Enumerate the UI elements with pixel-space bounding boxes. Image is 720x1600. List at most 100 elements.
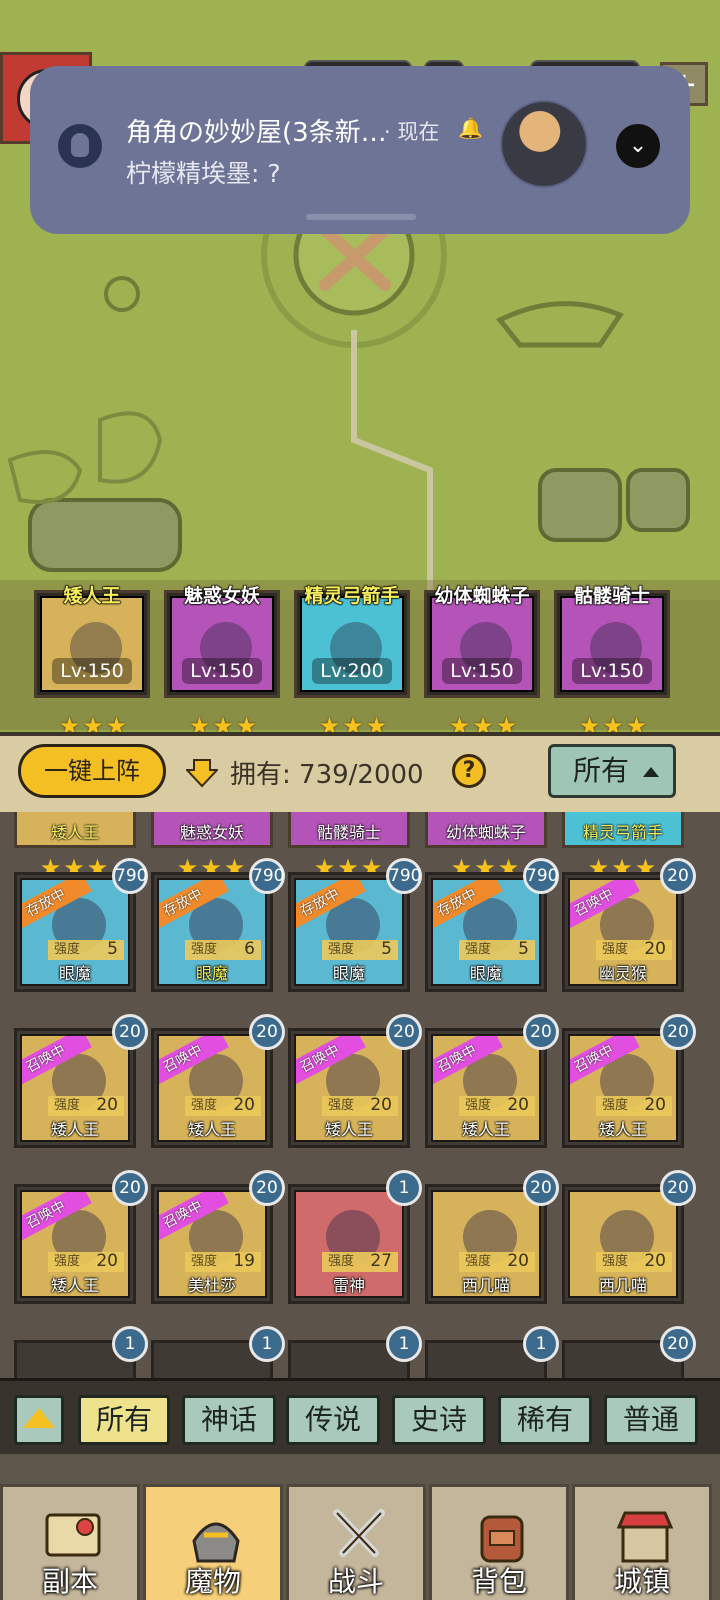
monster-name: 矮人王	[187, 1120, 236, 1139]
monster-name: 西几喵	[461, 1276, 510, 1295]
notification-banner[interactable]: 角角の妙妙屋(3条新… · 现在 🔔 柠檬精埃墨: ? ⌄	[30, 66, 690, 234]
arrow-down-icon	[186, 759, 218, 788]
monster-name: 眼魔	[58, 964, 91, 983]
sender-avatar	[500, 100, 588, 188]
strength-value: 27	[370, 1251, 392, 1271]
strength-label: 强度	[54, 1098, 81, 1113]
strength-box: 强度 5	[322, 939, 398, 960]
monster-portrait: 召唤中 强度 20 矮人王	[568, 1034, 678, 1142]
strength-label: 强度	[54, 942, 81, 957]
lineup-name: 精灵弓箭手	[304, 585, 400, 608]
lineup-portrait: Lv:150	[170, 596, 274, 692]
sort-filter-dropdown[interactable]: 所有	[548, 744, 676, 798]
qq-app-icon	[58, 124, 102, 168]
lineup-name: 幼体蜘蛛子	[434, 585, 530, 608]
monster-card-partial[interactable]: 魅惑女妖	[151, 812, 273, 848]
chevron-down-icon[interactable]: ⌄	[616, 124, 660, 168]
monster-name: 眼魔	[469, 964, 502, 983]
strength-box: 强度 6	[185, 939, 261, 960]
count-badge: 1	[523, 1326, 559, 1362]
strength-box: 强度 5	[459, 939, 535, 960]
nav-tab[interactable]: 背包	[429, 1484, 569, 1600]
strength-value: 5	[381, 939, 392, 959]
strength-label: 强度	[191, 1098, 218, 1113]
monster-card-partial[interactable]: 幼体蜘蛛子	[425, 812, 547, 848]
nav-label: 城镇	[613, 1565, 670, 1598]
drag-handle[interactable]	[306, 214, 416, 220]
strength-label: 强度	[54, 1254, 81, 1269]
nav-tab[interactable]: 副本	[0, 1484, 140, 1600]
monster-portrait: 召唤中 强度 20 幽灵猴	[568, 878, 678, 986]
strength-value: 20	[233, 1095, 255, 1115]
help-icon[interactable]: ?	[452, 754, 486, 788]
nav-label: 战斗	[327, 1565, 384, 1598]
monster-portrait: 强度 20 西几喵	[431, 1190, 541, 1298]
strength-label: 强度	[465, 942, 492, 957]
strength-value: 5	[518, 939, 529, 959]
strength-box: 强度 20	[459, 1095, 535, 1116]
lineup-slot[interactable]: Lv:150 幼体蜘蛛子	[424, 585, 540, 698]
lineup-slot[interactable]: Lv:150 魅惑女妖	[164, 585, 280, 698]
nav-label: 背包	[470, 1565, 527, 1598]
monster-portrait: 召唤中 强度 20 矮人王	[20, 1190, 130, 1298]
bottom-navigation: 副本 魔物 战斗 背包 城镇	[0, 1454, 720, 1600]
notification-message: 柠檬精埃墨: ?	[126, 159, 281, 188]
strength-label: 强度	[328, 1254, 355, 1269]
lineup-portrait: Lv:200	[300, 596, 404, 692]
monster-portrait: 存放中 强度 6 眼魔	[157, 878, 267, 986]
strength-label: 强度	[602, 1098, 629, 1113]
strength-label: 强度	[328, 1098, 355, 1113]
lineup-slot[interactable]: Lv:150 骷髅骑士	[554, 585, 670, 698]
strength-value: 6	[244, 939, 255, 959]
count-badge: 1	[112, 1326, 148, 1362]
nav-tab[interactable]: 战斗	[286, 1484, 426, 1600]
monster-name: 眼魔	[195, 964, 228, 983]
lineup-level: Lv:150	[572, 658, 652, 684]
monster-portrait: 强度 20 西几喵	[568, 1190, 678, 1298]
strength-label: 强度	[465, 1254, 492, 1269]
filter-tab[interactable]: 神话	[182, 1395, 276, 1445]
monster-card-partial[interactable]: 骷髅骑士	[288, 812, 410, 848]
lineup-level: Lv:150	[52, 658, 132, 684]
bell-icon: 🔔	[458, 116, 483, 140]
nav-tab[interactable]: 魔物	[143, 1484, 283, 1600]
monster-portrait: 召唤中 强度 20 矮人王	[157, 1034, 267, 1142]
filter-tab[interactable]: 传说	[286, 1395, 380, 1445]
shop-building-icon	[616, 1511, 674, 1563]
lineup-slot[interactable]: Lv:200 精灵弓箭手	[294, 585, 410, 698]
filter-tab[interactable]: 稀有	[498, 1395, 592, 1445]
lineup-portrait: Lv:150	[40, 596, 144, 692]
nav-label: 魔物	[184, 1565, 241, 1598]
monster-card-partial[interactable]: 精灵弓箭手	[562, 812, 684, 848]
strength-box: 强度 20	[322, 1095, 398, 1116]
strength-value: 20	[96, 1095, 118, 1115]
count-badge: 20	[660, 1170, 696, 1206]
count-badge: 20	[112, 1014, 148, 1050]
monster-grid[interactable]: 矮人王 ★★★ 魅惑女妖 ★★★ 骷髅骑士 ★★★ 幼体蜘蛛子 ★★★ 精灵弓箭手 ★★★ 存放中强…	[0, 812, 720, 1378]
monster-portrait: 召唤中 强度 20 矮人王	[294, 1034, 404, 1142]
monster-portrait: 存放中 强度 5 眼魔	[20, 878, 130, 986]
auto-deploy-button[interactable]: 一键上阵	[18, 744, 166, 798]
monster-portrait: 召唤中 强度 20 矮人王	[20, 1034, 130, 1142]
notification-title: 角角の妙妙屋(3条新…	[126, 118, 387, 148]
strength-value: 20	[96, 1251, 118, 1271]
monster-name: 矮人王	[598, 1120, 647, 1139]
monster-name: 骷髅骑士	[316, 823, 381, 842]
scroll-top-icon[interactable]	[14, 1395, 64, 1445]
count-badge: 20	[112, 1170, 148, 1206]
monster-helmet-icon	[192, 1522, 240, 1563]
filter-tab[interactable]: 所有	[78, 1395, 170, 1445]
monster-portrait: 召唤中 强度 19 美杜莎	[157, 1190, 267, 1298]
filter-tab[interactable]: 普通	[604, 1395, 698, 1445]
filter-tab[interactable]: 史诗	[392, 1395, 486, 1445]
nav-tab[interactable]: 城镇	[572, 1484, 712, 1600]
monster-name: 幽灵猴	[598, 964, 647, 983]
monster-card-partial[interactable]: 矮人王	[14, 812, 136, 848]
lineup-slot[interactable]: Lv:150 矮人王	[34, 585, 150, 698]
count-badge: 1	[386, 1326, 422, 1362]
strength-box: 强度 20	[48, 1095, 124, 1116]
strength-box: 强度 20	[596, 1251, 672, 1272]
strength-box: 强度 19	[185, 1251, 261, 1272]
monster-name: 美杜莎	[187, 1276, 236, 1295]
monster-portrait: 存放中 强度 5 眼魔	[294, 878, 404, 986]
